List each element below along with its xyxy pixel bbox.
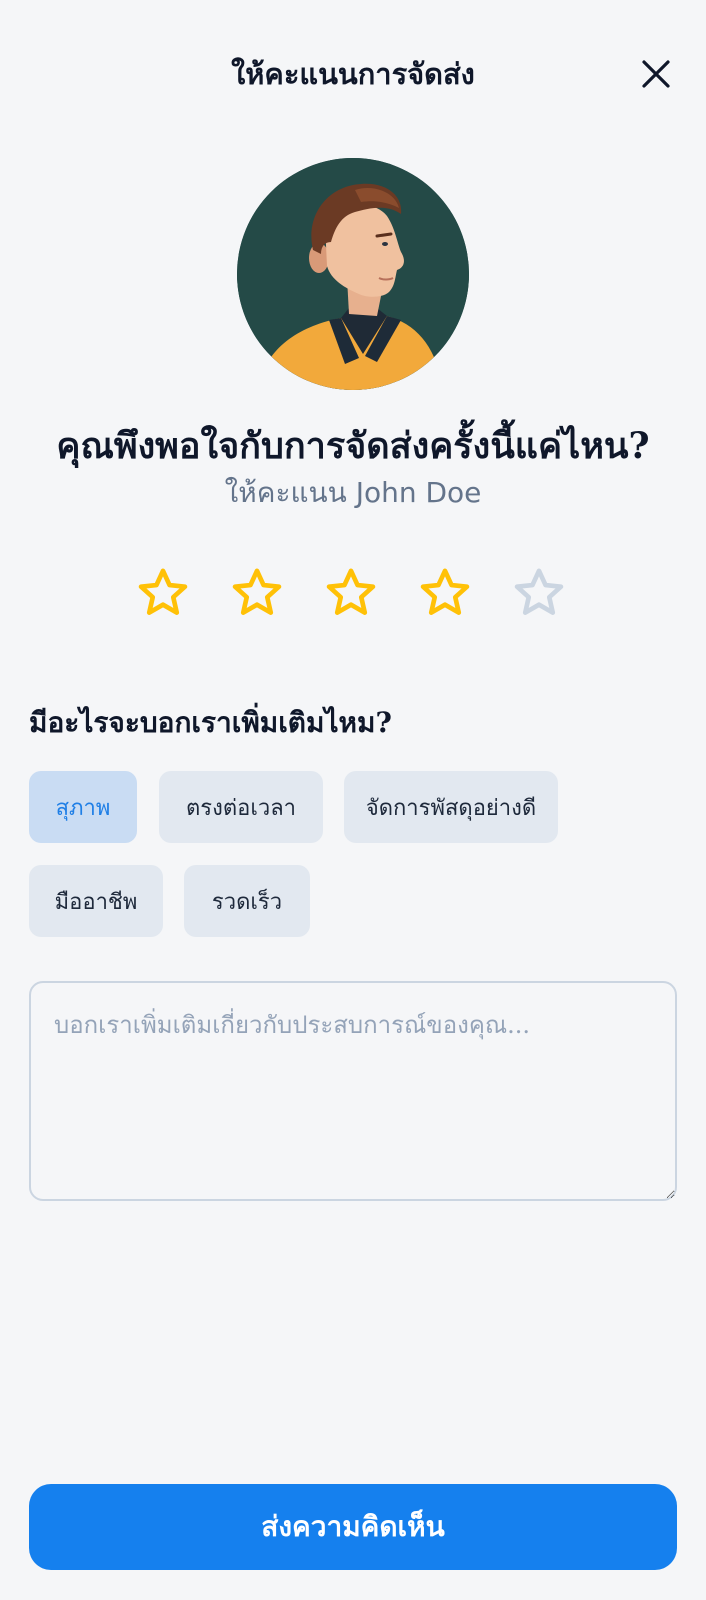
star-2[interactable] xyxy=(224,560,290,626)
star-icon xyxy=(420,568,470,615)
star-1[interactable] xyxy=(130,560,196,626)
feedback-textarea[interactable] xyxy=(29,981,677,1201)
star-4[interactable] xyxy=(412,560,478,626)
chip-polite[interactable]: สุภาพ xyxy=(29,771,137,843)
more-feedback-title: มีอะไรจะบอกเราเพิ่มเติมไหม? xyxy=(29,706,392,739)
star-3[interactable] xyxy=(318,560,384,626)
chip-handled-well[interactable]: จัดการพัสดุอย่างดี xyxy=(344,771,558,843)
rating-question: คุณพึงพอใจกับการจัดส่งครั้งนี้แค่ไหน? xyxy=(56,425,650,467)
rate-delivery-screen: ให้คะแนนการจัดส่ง คุณพึงพอใจกับการจัดส่ง… xyxy=(0,0,706,1600)
header: ให้คะแนนการจัดส่ง xyxy=(0,0,706,150)
close-icon xyxy=(642,60,670,88)
star-icon xyxy=(514,568,564,615)
chip-professional[interactable]: มืออาชีพ xyxy=(29,865,163,937)
chip-on-time[interactable]: ตรงต่อเวลา xyxy=(159,771,323,843)
chip-fast[interactable]: รวดเร็ว xyxy=(184,865,310,937)
star-rating xyxy=(130,560,580,626)
star-5[interactable] xyxy=(506,560,572,626)
page-title: ให้คะแนนการจัดส่ง xyxy=(231,57,475,91)
rate-driver-label: ให้คะแนน John Doe xyxy=(224,476,482,509)
star-icon xyxy=(232,568,282,615)
star-icon xyxy=(326,568,376,615)
star-icon xyxy=(138,568,188,615)
close-button[interactable] xyxy=(634,52,678,96)
driver-avatar xyxy=(237,158,469,390)
submit-feedback-button[interactable]: ส่งความคิดเห็น xyxy=(29,1484,677,1570)
